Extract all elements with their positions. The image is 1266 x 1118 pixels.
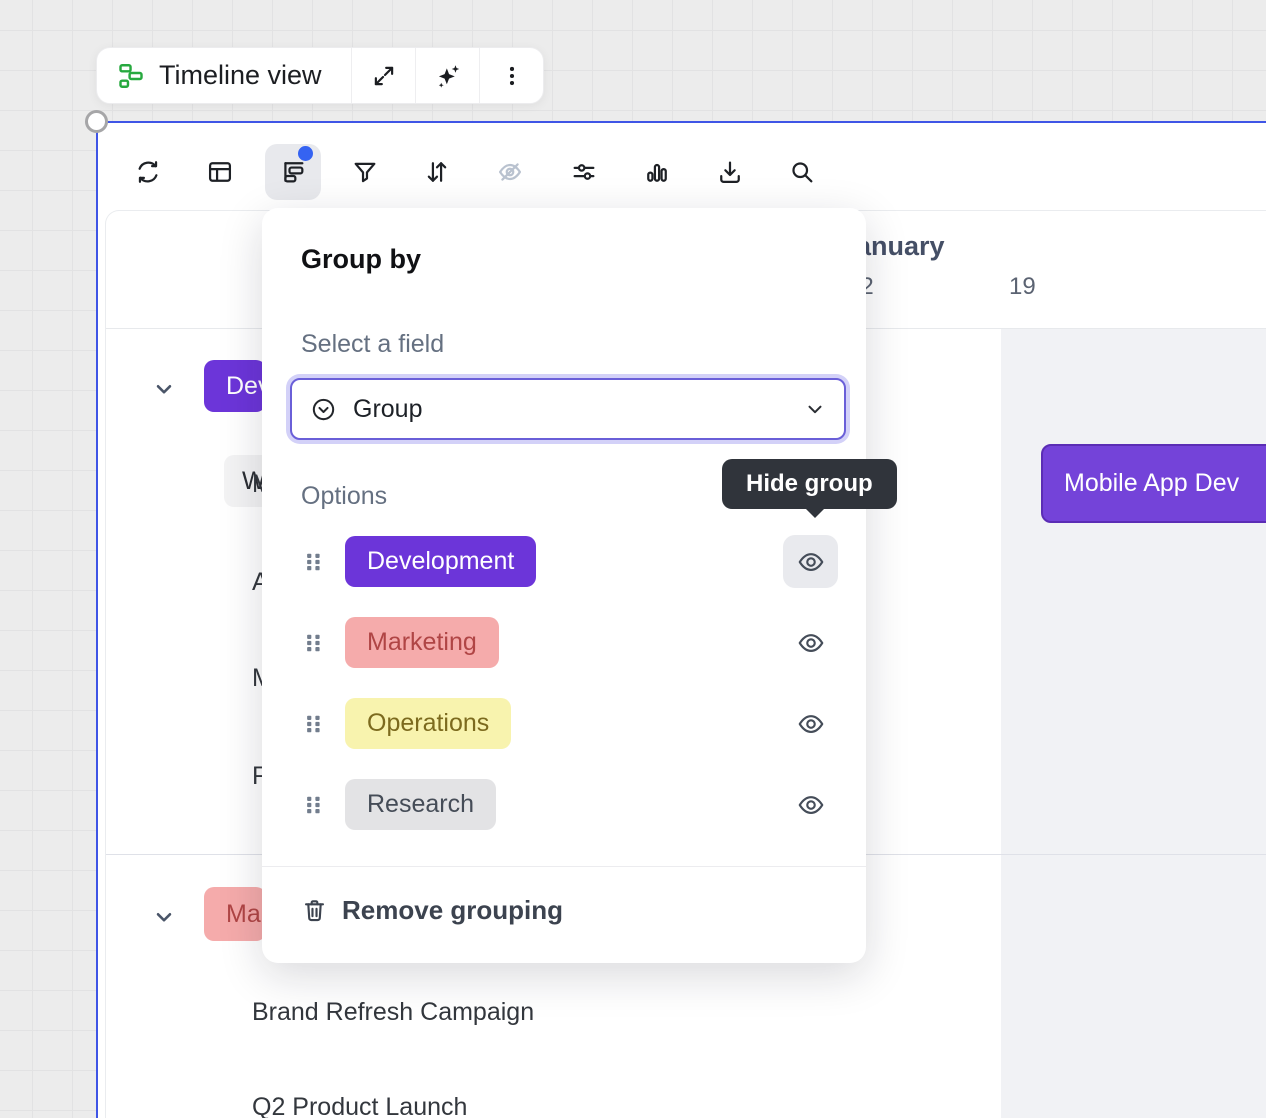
timeline-view-icon bbox=[117, 62, 145, 90]
hide-group-tooltip: Hide group bbox=[722, 459, 897, 509]
field-select-value: Group bbox=[353, 395, 788, 424]
drag-handle-icon[interactable] bbox=[303, 794, 329, 816]
group-option-row: Research bbox=[290, 778, 838, 831]
option-chip-research: Research bbox=[345, 779, 496, 830]
circle-chevron-icon bbox=[310, 396, 337, 423]
drag-handle-icon[interactable] bbox=[303, 713, 329, 735]
hide-group-eye-button[interactable] bbox=[783, 697, 838, 750]
group-active-badge bbox=[298, 146, 313, 161]
hide-fields-button[interactable] bbox=[482, 144, 538, 200]
collapse-group-chevron[interactable] bbox=[150, 375, 178, 403]
download-button[interactable] bbox=[702, 144, 758, 200]
remove-grouping-label: Remove grouping bbox=[342, 895, 563, 926]
popup-title: Group by bbox=[301, 244, 421, 275]
group-by-popup: Group by Select a field Group Options De… bbox=[262, 208, 866, 963]
table-layout-button[interactable] bbox=[192, 144, 248, 200]
week-tick: 19 bbox=[1009, 273, 1036, 301]
option-chip-operations: Operations bbox=[345, 698, 511, 749]
hide-group-eye-button[interactable] bbox=[783, 535, 838, 588]
refresh-button[interactable] bbox=[120, 144, 176, 200]
option-chip-development: Development bbox=[345, 536, 536, 587]
filter-button[interactable] bbox=[337, 144, 393, 200]
kebab-menu-button[interactable] bbox=[479, 48, 543, 103]
remove-grouping-button[interactable]: Remove grouping bbox=[301, 895, 563, 926]
search-button[interactable] bbox=[774, 144, 830, 200]
drag-handle-icon[interactable] bbox=[303, 551, 329, 573]
group-option-row: Marketing bbox=[290, 616, 838, 669]
chart-button[interactable] bbox=[629, 144, 685, 200]
sparkles-button[interactable] bbox=[415, 48, 479, 103]
floating-toolbar: Timeline view bbox=[96, 47, 544, 104]
frame-resize-handle[interactable] bbox=[85, 110, 108, 133]
group-badge-development: Dev bbox=[204, 360, 266, 412]
drag-handle-icon[interactable] bbox=[303, 632, 329, 654]
option-chip-marketing: Marketing bbox=[345, 617, 499, 668]
options-label: Options bbox=[301, 482, 387, 511]
widget-title: Timeline view bbox=[159, 60, 322, 91]
popup-footer: Remove grouping bbox=[262, 866, 866, 963]
sort-button[interactable] bbox=[409, 144, 465, 200]
group-badge-marketing: Ma bbox=[204, 887, 266, 941]
hide-group-eye-button[interactable] bbox=[783, 616, 838, 669]
collapse-group-chevron[interactable] bbox=[150, 903, 178, 931]
hide-group-eye-button[interactable] bbox=[783, 778, 838, 831]
field-section-label: Select a field bbox=[301, 330, 444, 359]
expand-button[interactable] bbox=[351, 48, 415, 103]
widget-title-section[interactable]: Timeline view bbox=[97, 48, 351, 103]
settings-sliders-button[interactable] bbox=[556, 144, 612, 200]
trash-icon bbox=[301, 897, 328, 924]
canvas: Weeks January 12 19 Dev Mobile A API Int… bbox=[0, 0, 1266, 1118]
field-select[interactable]: Group bbox=[290, 378, 846, 440]
chevron-down-icon bbox=[804, 398, 826, 420]
group-option-row: Development bbox=[290, 535, 838, 588]
gantt-bar-mobile-app-dev[interactable]: Mobile App Dev bbox=[1041, 444, 1266, 523]
task-row[interactable]: Brand Refresh Campaign bbox=[252, 996, 534, 1028]
group-option-row: Operations bbox=[290, 697, 838, 750]
task-row[interactable]: Q2 Product Launch bbox=[252, 1091, 467, 1118]
